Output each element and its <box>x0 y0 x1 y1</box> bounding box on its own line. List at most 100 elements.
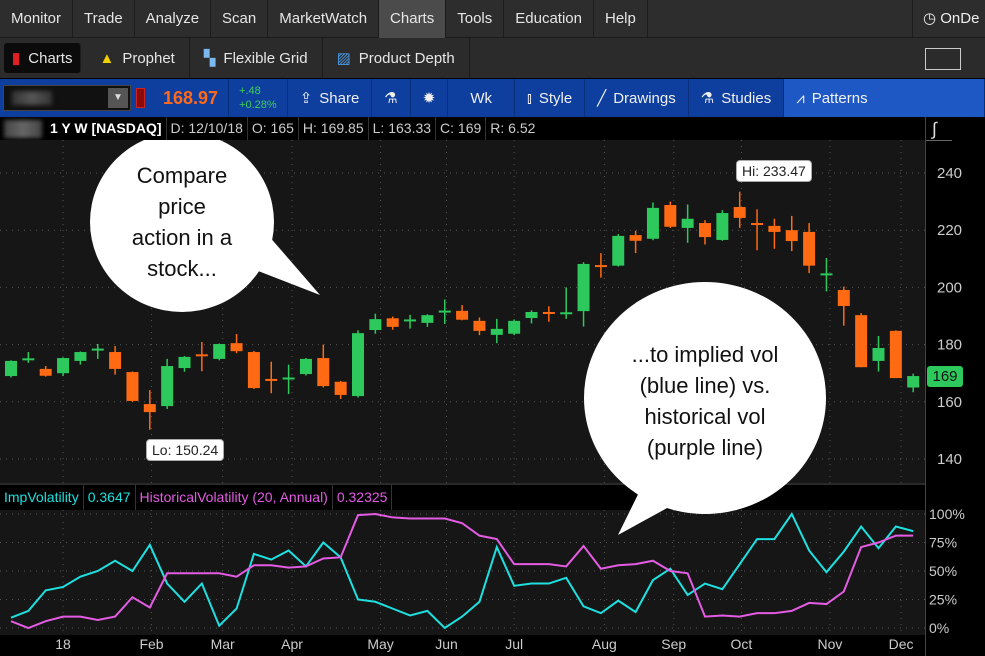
candle-body <box>820 273 833 276</box>
studies-button[interactable]: ⚗ Studies <box>689 79 785 117</box>
price-tick-label: 180 <box>937 337 962 354</box>
link-indicator[interactable] <box>136 88 145 108</box>
vol-tick-label: 100% <box>929 506 965 522</box>
settings-button[interactable]: ✹ <box>411 79 449 117</box>
menu-help[interactable]: Help <box>594 0 648 38</box>
price-tick-label: 140 <box>937 451 962 468</box>
candle-body <box>646 207 659 239</box>
candle-body <box>213 344 226 359</box>
candle-body <box>751 223 764 226</box>
candle-body <box>74 352 87 361</box>
line-icon: ╱ <box>597 90 607 107</box>
menu-trade[interactable]: Trade <box>73 0 135 38</box>
candle-body <box>109 352 122 369</box>
subnav-product-depth[interactable]: ▨ Product Depth <box>323 38 470 78</box>
candle-body <box>178 356 191 369</box>
x-tick-label: Sep <box>661 636 686 652</box>
candle-body <box>386 318 399 327</box>
candle-body <box>265 378 278 381</box>
candle-body <box>421 315 434 323</box>
menu-tools[interactable]: Tools <box>446 0 505 38</box>
subnav-flexible-grid[interactable]: ▚ Flexible Grid <box>190 38 323 78</box>
symbol-selector[interactable]: ▼ <box>3 85 131 111</box>
candle-body <box>733 207 746 218</box>
share-icon: ⇪ <box>299 90 313 107</box>
candle-body <box>681 218 694 228</box>
flask-icon: ⚗ <box>700 90 715 107</box>
vol-tick-label: 25% <box>929 592 957 608</box>
prophet-icon: ▲ <box>99 49 115 67</box>
lab-button[interactable]: ⚗ <box>372 79 411 117</box>
bar-chart-icon: ▮ <box>12 50 21 67</box>
candle-body <box>57 358 70 374</box>
x-tick-label: Feb <box>139 636 163 652</box>
patterns-button[interactable]: ⩘ Patterns <box>784 79 985 117</box>
candle-body <box>352 333 364 397</box>
candle-body <box>508 320 521 334</box>
candle-body <box>612 235 625 266</box>
drawings-button[interactable]: ╱ Drawings <box>585 79 689 117</box>
menu-marketwatch[interactable]: MarketWatch <box>268 0 380 38</box>
candle-body <box>299 358 312 375</box>
candle-body <box>456 310 469 320</box>
price-change: +.48 +0.28% <box>228 79 288 117</box>
candle-body <box>560 312 573 315</box>
x-tick-label: Aug <box>592 636 617 652</box>
candle-body <box>143 404 156 413</box>
candle-body <box>438 310 451 313</box>
grid-icon: ▚ <box>203 50 216 67</box>
x-tick-label: Jul <box>505 636 523 652</box>
candle-body <box>195 354 208 357</box>
x-tick-label: Apr <box>281 636 303 652</box>
window-toggle-button[interactable] <box>925 48 961 70</box>
period-button[interactable]: Wk <box>448 79 515 117</box>
candle-body <box>542 311 555 314</box>
x-tick-label: Oct <box>731 636 753 652</box>
study-header: ImpVolatility 0.3647 HistoricalVolatilit… <box>0 485 393 510</box>
candle-body <box>91 348 104 351</box>
candle-body <box>577 263 590 312</box>
candle-body <box>247 352 260 389</box>
candle-body <box>699 223 711 238</box>
chart-toolbar: ▼ 168.97 +.48 +0.28% ⇪ Share ⚗ ✹ Wk ⫾ Style… <box>0 79 985 117</box>
x-tick-label: Jun <box>435 636 458 652</box>
vol-tick-label: 50% <box>929 563 957 579</box>
candle-body <box>785 230 798 242</box>
high-label: Hi: 233.47 <box>736 160 812 182</box>
depth-icon: ▨ <box>336 50 351 67</box>
menu-monitor[interactable]: Monitor <box>0 0 74 38</box>
candle-body <box>664 205 677 227</box>
x-tick-label: Dec <box>889 636 914 652</box>
style-button[interactable]: ⫾ Style <box>515 79 586 117</box>
candle-body <box>282 377 295 380</box>
candle-body <box>716 213 729 240</box>
last-price: 168.97 <box>163 87 219 108</box>
sub-nav-bar: ▮ Charts ▲ Prophet ▚ Flexible Grid ▨ Product… <box>0 38 985 78</box>
candle-body <box>369 319 382 331</box>
candle-body <box>126 372 139 401</box>
callout-compare: Compare price action in a stock... <box>131 163 233 281</box>
x-tick-label: May <box>367 636 393 652</box>
menu-education[interactable]: Education <box>504 0 594 38</box>
price-tick-label: 200 <box>937 279 962 296</box>
candle-body <box>334 381 347 395</box>
subnav-prophet[interactable]: ▲ Prophet <box>85 38 190 78</box>
subnav-charts[interactable]: ▮ Charts <box>4 43 82 73</box>
candle-body <box>768 225 781 232</box>
candle-body <box>404 319 417 322</box>
autoscale-icon[interactable]: ∫ <box>926 117 952 141</box>
candle-body <box>855 315 868 368</box>
menu-analyze[interactable]: Analyze <box>135 0 212 38</box>
menu-scan[interactable]: Scan <box>211 0 269 38</box>
x-tick-label: 18 <box>55 636 71 652</box>
vol-tick-label: 75% <box>929 535 957 551</box>
candle-body <box>629 235 642 241</box>
menu-charts[interactable]: Charts <box>379 0 447 38</box>
chevron-down-icon[interactable]: ▼ <box>108 88 128 108</box>
candle-body <box>317 358 330 387</box>
ondemand-button[interactable]: ◷ OnDe <box>912 0 985 38</box>
share-button[interactable]: ⇪ Share <box>288 79 373 117</box>
candle-body <box>5 360 17 377</box>
price-tick-label: 220 <box>937 222 962 239</box>
candle-body <box>907 376 920 388</box>
